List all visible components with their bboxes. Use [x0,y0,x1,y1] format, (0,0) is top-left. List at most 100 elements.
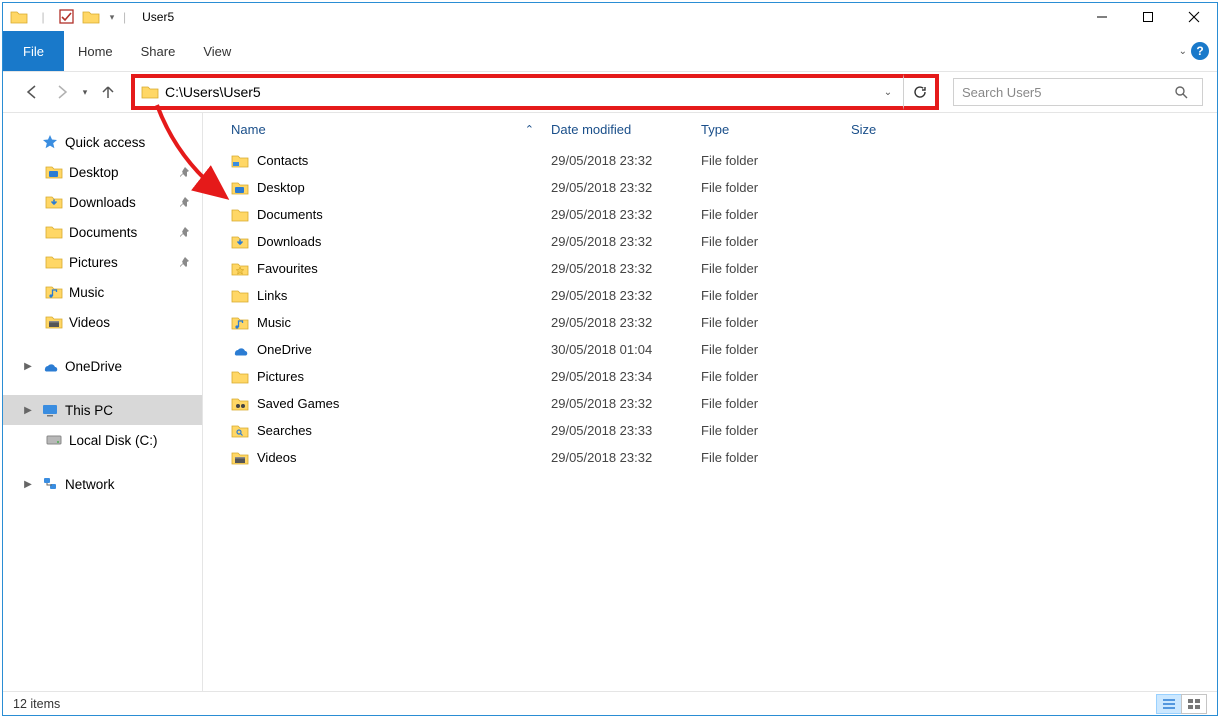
header-date[interactable]: Date modified [543,122,693,137]
forward-button[interactable] [47,77,77,107]
tab-file[interactable]: File [3,31,64,71]
back-button[interactable] [17,77,47,107]
folder-icon [231,396,249,412]
file-row[interactable]: Pictures29/05/2018 23:34File folder [203,363,1217,390]
file-date: 29/05/2018 23:32 [543,261,693,276]
qat-folder-icon[interactable] [7,5,31,29]
folder-icon [231,423,249,439]
header-name[interactable]: Name ⌃ [223,122,543,137]
file-name: Links [257,288,287,303]
nav-label: Documents [69,225,137,240]
file-date: 29/05/2018 23:32 [543,234,693,249]
file-type: File folder [693,153,843,168]
nav-quick-pictures[interactable]: Pictures [3,247,202,277]
content-area: Name ⌃ Date modified Type Size Contacts2… [203,113,1217,691]
recent-locations-button[interactable]: ▾ [77,77,93,107]
minimize-button[interactable] [1079,3,1125,31]
address-bar[interactable]: ⌄ [131,74,903,110]
file-list[interactable]: Contacts29/05/2018 23:32File folderDeskt… [203,147,1217,691]
nav-label: Network [65,477,115,492]
titlebar: | ▾ | User5 [3,3,1217,31]
nav-label: Local Disk (C:) [69,433,158,448]
header-type[interactable]: Type [693,122,843,137]
file-row[interactable]: Links29/05/2018 23:32File folder [203,282,1217,309]
file-date: 29/05/2018 23:32 [543,153,693,168]
nav-network[interactable]: ▶ Network [3,469,202,499]
qat-properties-icon[interactable] [55,5,79,29]
file-row[interactable]: Videos29/05/2018 23:32File folder [203,444,1217,471]
nav-label: Quick access [65,135,145,150]
qat-separator: | [31,5,55,29]
close-button[interactable] [1171,3,1217,31]
file-row[interactable]: Saved Games29/05/2018 23:32File folder [203,390,1217,417]
nav-local-disk[interactable]: Local Disk (C:) [3,425,202,455]
file-row[interactable]: OneDrive30/05/2018 01:04File folder [203,336,1217,363]
up-button[interactable] [93,77,123,107]
file-type: File folder [693,261,843,276]
search-box[interactable] [953,78,1203,106]
nav-quick-documents[interactable]: Documents [3,217,202,247]
header-size[interactable]: Size [843,122,943,137]
network-icon [41,476,59,492]
nav-quick-desktop[interactable]: Desktop [3,157,202,187]
folder-icon [45,224,63,240]
folder-icon [231,315,249,331]
folder-icon [231,153,249,169]
folder-icon [231,207,249,223]
view-details-button[interactable] [1156,694,1182,714]
nav-quick-downloads[interactable]: Downloads [3,187,202,217]
nav-row: ▾ ⌄ [3,71,1217,113]
file-date: 29/05/2018 23:32 [543,450,693,465]
ribbon-collapse-icon[interactable]: ⌄ [1179,46,1187,57]
navigation-pane: Quick access Desktop Downloads Documents Pi… [3,113,203,691]
file-date: 29/05/2018 23:32 [543,207,693,222]
file-row[interactable]: Contacts29/05/2018 23:32File folder [203,147,1217,174]
file-row[interactable]: Music29/05/2018 23:32File folder [203,309,1217,336]
sort-asc-icon: ⌃ [525,123,534,136]
folder-icon [45,314,63,330]
onedrive-icon [41,358,59,374]
file-row[interactable]: Searches29/05/2018 23:33File folder [203,417,1217,444]
refresh-button[interactable] [903,74,939,110]
file-date: 29/05/2018 23:34 [543,369,693,384]
file-row[interactable]: Downloads29/05/2018 23:32File folder [203,228,1217,255]
address-folder-icon [141,84,159,100]
nav-label: Desktop [69,165,119,180]
file-name: Searches [257,423,312,438]
tab-home[interactable]: Home [64,31,127,71]
file-name: OneDrive [257,342,312,357]
tab-view[interactable]: View [189,31,245,71]
folder-icon [45,164,63,180]
qat-folder-icon-2[interactable] [79,5,103,29]
nav-onedrive[interactable]: ▶ OneDrive [3,351,202,381]
tab-share[interactable]: Share [127,31,190,71]
nav-quick-music[interactable]: Music [3,277,202,307]
file-date: 29/05/2018 23:33 [543,423,693,438]
chevron-right-icon: ▶ [21,361,35,372]
view-large-icons-button[interactable] [1181,694,1207,714]
file-type: File folder [693,288,843,303]
search-input[interactable] [954,85,1174,100]
nav-quick-videos[interactable]: Videos [3,307,202,337]
file-type: File folder [693,369,843,384]
pin-icon [176,165,190,179]
file-name: Desktop [257,180,305,195]
file-row[interactable]: Desktop29/05/2018 23:32File folder [203,174,1217,201]
address-input[interactable] [159,84,873,100]
file-row[interactable]: Documents29/05/2018 23:32File folder [203,201,1217,228]
folder-icon [231,450,249,466]
file-row[interactable]: Favourites29/05/2018 23:32File folder [203,255,1217,282]
file-name: Music [257,315,291,330]
address-history-dropdown-icon[interactable]: ⌄ [873,87,903,98]
maximize-button[interactable] [1125,3,1171,31]
search-icon[interactable] [1174,85,1202,99]
help-icon[interactable]: ? [1191,42,1209,60]
nav-this-pc[interactable]: ▶ This PC [3,395,202,425]
folder-icon [45,254,63,270]
file-date: 29/05/2018 23:32 [543,315,693,330]
nav-quick-access[interactable]: Quick access [3,127,202,157]
qat-dropdown-icon[interactable]: ▾ [103,5,121,29]
file-type: File folder [693,396,843,411]
nav-label: Pictures [69,255,118,270]
file-date: 29/05/2018 23:32 [543,396,693,411]
